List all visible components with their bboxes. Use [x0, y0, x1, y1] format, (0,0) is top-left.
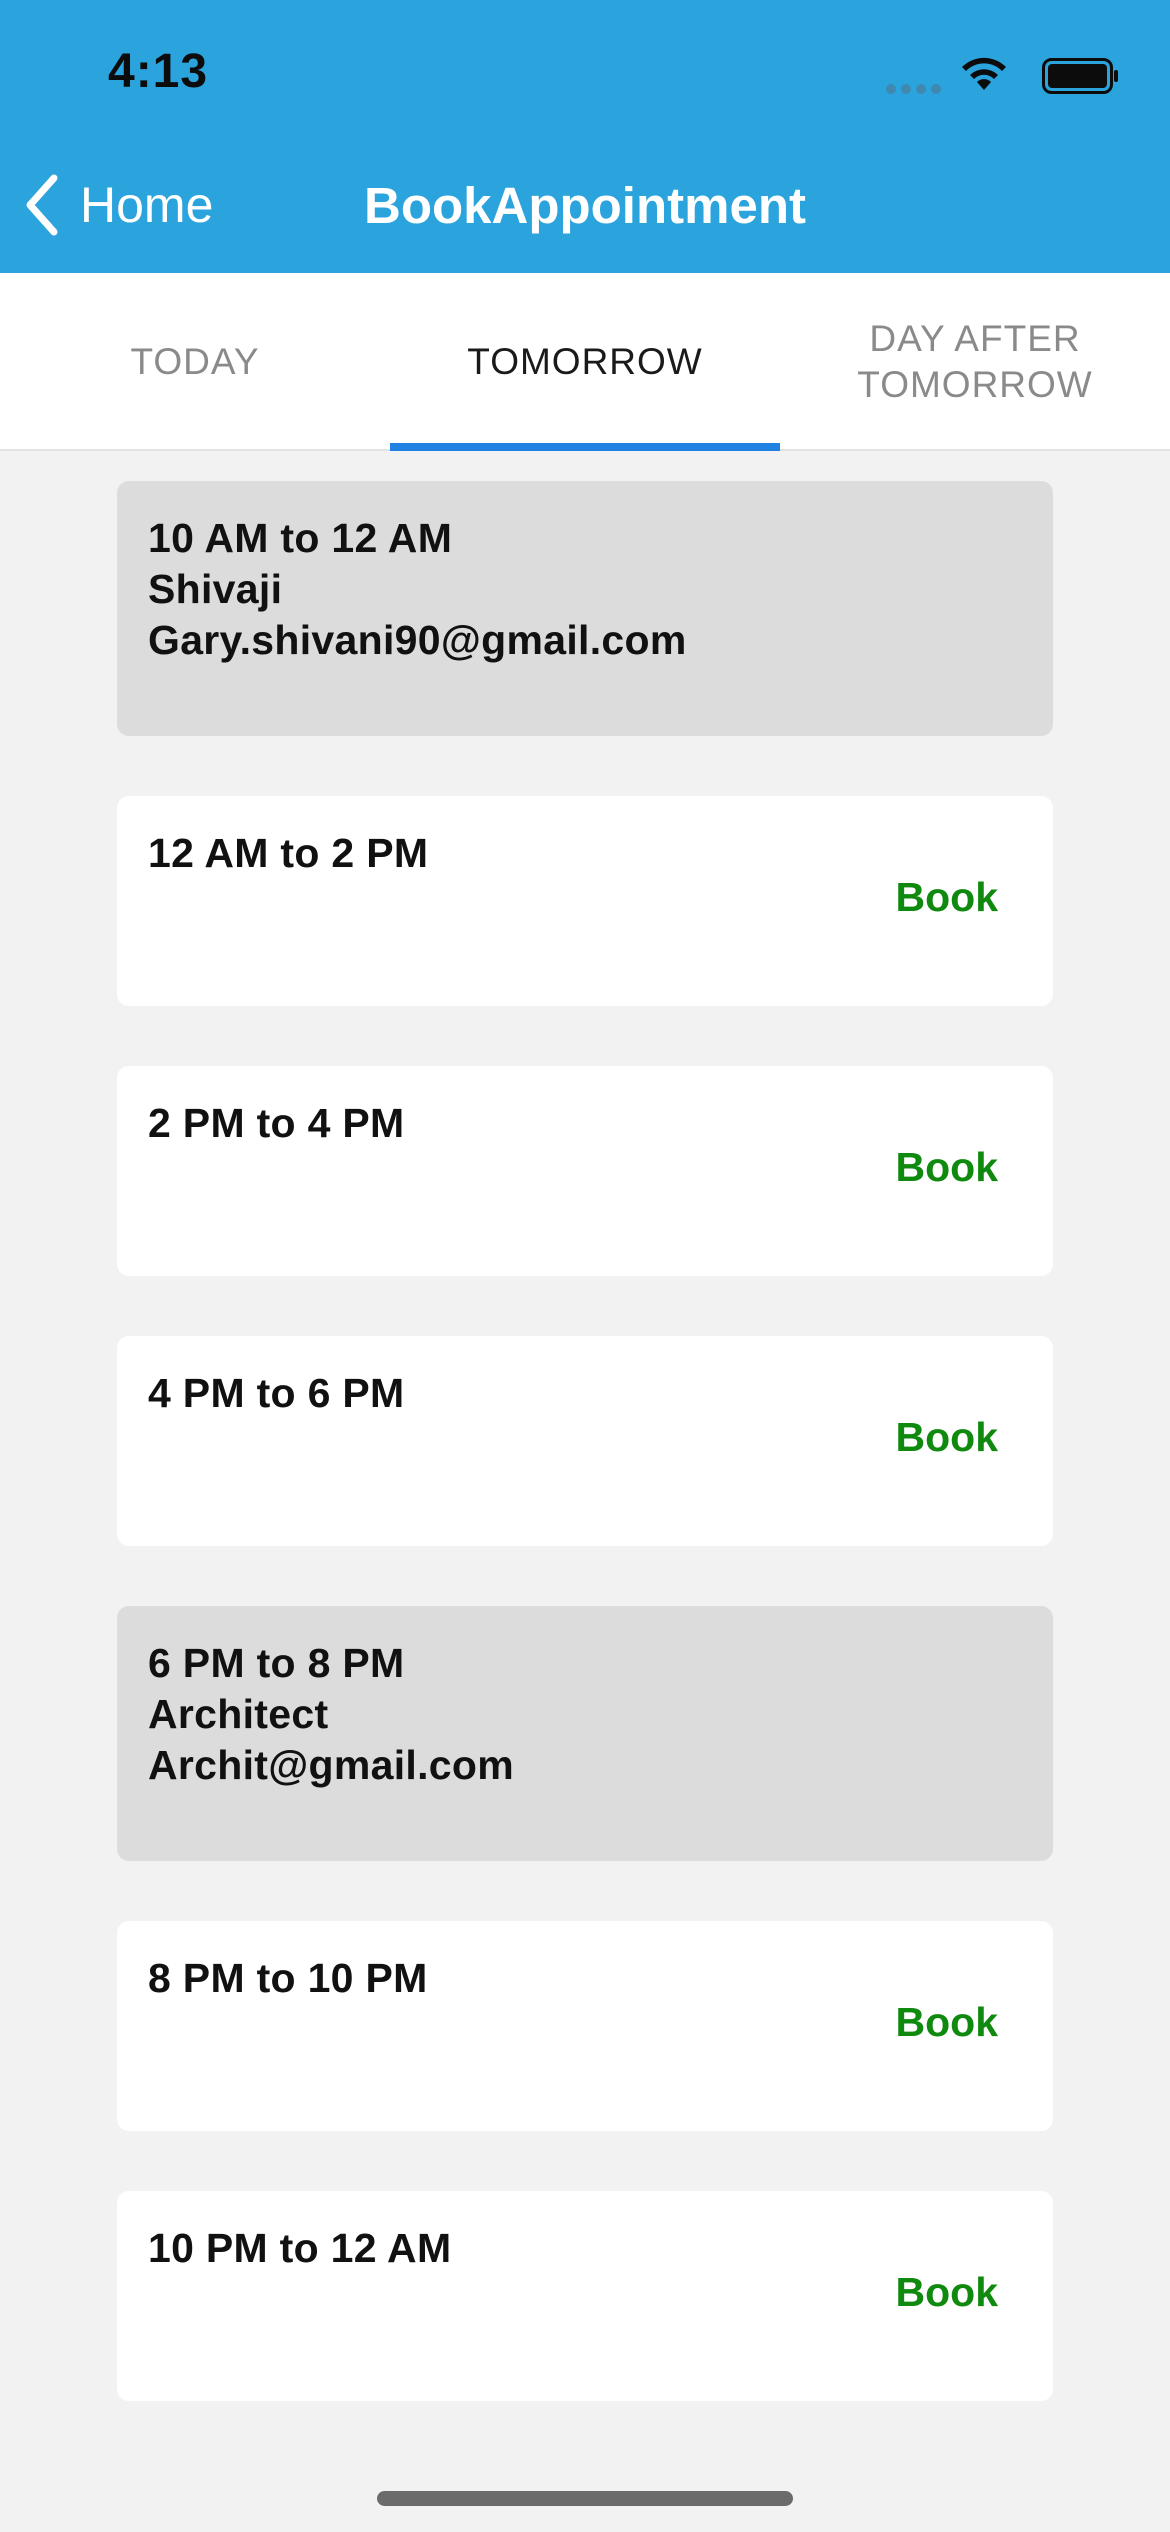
- book-button[interactable]: Book: [896, 874, 999, 921]
- slot-time: 12 AM to 2 PM: [148, 830, 429, 876]
- slot-card: 10 PM to 12 AM Book: [117, 2191, 1053, 2401]
- slot-time: 2 PM to 4 PM: [148, 1100, 405, 1146]
- tab-day-after-tomorrow[interactable]: DAY AFTER TOMORROW: [780, 273, 1170, 451]
- slot-card: 4 PM to 6 PM Book: [117, 1336, 1053, 1546]
- book-button[interactable]: Book: [896, 2269, 999, 2316]
- slot-card-booked: 10 AM to 12 AM Shivaji Gary.shivani90@gm…: [117, 481, 1053, 736]
- tab-day-after-tomorrow-label: DAY AFTER TOMORROW: [845, 316, 1105, 408]
- status-time: 4:13: [108, 45, 209, 98]
- app-header: 4:13 Home BookAppointment: [0, 0, 1170, 273]
- status-icons: [860, 54, 1120, 96]
- book-button[interactable]: Book: [896, 1414, 999, 1461]
- slot-card: 8 PM to 10 PM Book: [117, 1921, 1053, 2131]
- page-title: BookAppointment: [364, 177, 806, 234]
- booked-email: Archit@gmail.com: [148, 1742, 515, 1788]
- tab-today[interactable]: TODAY: [0, 273, 390, 451]
- cellular-signal-icon: [886, 84, 942, 94]
- booked-email: Gary.shivani90@gmail.com: [148, 617, 687, 663]
- day-tabs: TODAY TOMORROW DAY AFTER TOMORROW: [0, 273, 1170, 451]
- tab-tomorrow[interactable]: TOMORROW: [390, 273, 780, 451]
- slot-card: 2 PM to 4 PM Book: [117, 1066, 1053, 1276]
- tab-day-after-tomorrow-line2: TOMORROW: [857, 364, 1093, 405]
- home-indicator[interactable]: [377, 2491, 793, 2506]
- slot-card: 12 AM to 2 PM Book: [117, 796, 1053, 1006]
- slot-time: 4 PM to 6 PM: [148, 1370, 405, 1416]
- slot-time: 6 PM to 8 PM: [148, 1640, 405, 1686]
- slot-time: 10 PM to 12 AM: [148, 2225, 452, 2271]
- book-button[interactable]: Book: [896, 1144, 999, 1191]
- tab-day-after-tomorrow-line1: DAY AFTER: [869, 318, 1081, 359]
- tab-tomorrow-label: TOMORROW: [467, 341, 703, 382]
- active-tab-indicator: [390, 443, 780, 451]
- booked-name: Architect: [148, 1691, 329, 1737]
- book-button[interactable]: Book: [896, 1999, 999, 2046]
- tab-today-label: TODAY: [130, 341, 260, 382]
- slot-time: 8 PM to 10 PM: [148, 1955, 428, 2001]
- booked-name: Shivaji: [148, 566, 283, 612]
- battery-icon: [1042, 58, 1118, 94]
- slot-card-booked: 6 PM to 8 PM Architect Archit@gmail.com: [117, 1606, 1053, 1861]
- wifi-icon: [962, 57, 1006, 90]
- slot-time: 10 AM to 12 AM: [148, 515, 453, 561]
